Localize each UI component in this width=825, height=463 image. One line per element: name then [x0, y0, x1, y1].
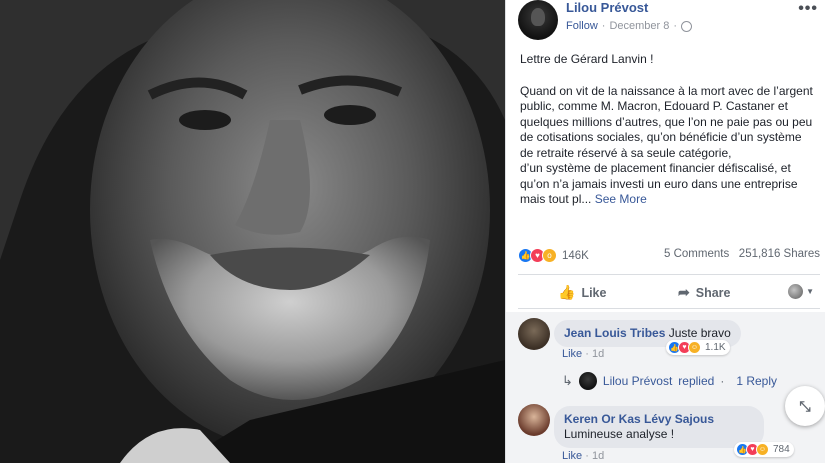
follow-link[interactable]: Follow	[566, 20, 598, 32]
share-button[interactable]: ➦ Share	[678, 284, 730, 301]
commenter-avatar[interactable]	[518, 318, 550, 350]
post-paragraph: Quand on vit de la naissance à la mort a…	[520, 84, 818, 208]
post-paragraph-text: Quand on vit de la naissance à la mort a…	[520, 83, 813, 207]
see-more-link[interactable]: See More	[595, 192, 647, 206]
reply-author: Lilou Prévost	[602, 374, 673, 388]
comment-actions: Like · 1d	[562, 450, 604, 462]
comment-reactions[interactable]: 👍 ♥ ☺ 1.1K	[666, 340, 730, 355]
wow-reaction-icon: o	[542, 248, 557, 263]
post-actions: 👍 Like ➦ Share ▼	[518, 278, 820, 306]
commenter-avatar[interactable]	[518, 404, 550, 436]
commenter-name[interactable]: Jean Louis Tribes	[564, 326, 665, 340]
ellipsis-icon[interactable]: •••	[798, 0, 818, 18]
portrait-image	[0, 0, 505, 463]
reaction-summary[interactable]: 👍 ♥ o 146K	[518, 248, 589, 263]
comment-like-link[interactable]: Like	[562, 450, 582, 462]
globe-icon	[681, 20, 693, 32]
shares-count[interactable]: 251,816 Shares	[739, 248, 820, 260]
meta-separator-2: ·	[673, 20, 678, 32]
reply-count: 1 Reply	[736, 374, 777, 388]
comment-like-link[interactable]: Like	[562, 348, 582, 360]
comment-time[interactable]: 1d	[592, 450, 604, 462]
post-panel: Lilou Prévost Follow · December 8 · ••• …	[505, 0, 825, 463]
divider	[518, 308, 820, 309]
commenter-name[interactable]: Keren Or Kas Lévy Sajous	[564, 412, 714, 426]
comment-bubble: Keren Or Kas Lévy Sajous Lumineuse analy…	[554, 406, 764, 448]
comments-count[interactable]: 5 Comments	[664, 248, 729, 260]
comments-section: Jean Louis Tribes Juste bravo 👍 ♥ ☺ 1.1K…	[506, 312, 825, 463]
share-arrow-icon: ➦	[678, 284, 690, 300]
reply-dot: ·	[720, 374, 725, 388]
divider	[518, 274, 820, 275]
like-button[interactable]: 👍 Like	[558, 284, 606, 301]
author-name[interactable]: Lilou Prévost	[566, 0, 648, 15]
audience-selector[interactable]: ▼	[788, 284, 814, 299]
post-header: Lilou Prévost Follow · December 8 · •••	[518, 0, 818, 40]
post-photo[interactable]	[0, 0, 505, 463]
comment-dot: ·	[585, 348, 589, 360]
meta-separator: ·	[601, 20, 606, 32]
reaction-count: 146K	[562, 249, 589, 262]
chevron-down-icon: ▼	[806, 287, 814, 296]
post-paragraph: Lettre de Gérard Lanvin !	[520, 52, 654, 66]
comment-reaction-count: 1.1K	[705, 342, 726, 353]
thumbs-up-icon: 👍	[558, 284, 576, 300]
comment-reactions[interactable]: 👍 ♥ ☺ 784	[734, 442, 794, 457]
author-avatar[interactable]	[518, 0, 558, 40]
share-label: Share	[695, 285, 731, 300]
comment-reaction-count: 784	[773, 444, 790, 455]
comment-text: Lumineuse analyse !	[564, 427, 675, 441]
reply-summary[interactable]: ↳ Lilou Prévost replied · 1 Reply	[562, 372, 777, 390]
like-label: Like	[581, 285, 607, 300]
comment-time[interactable]: 1d	[592, 348, 604, 360]
post-meta: Follow · December 8 ·	[566, 20, 693, 32]
reply-replied-text: replied	[678, 374, 715, 388]
comment-dot: ·	[585, 450, 589, 462]
haha-reaction-icon: ☺	[756, 443, 769, 456]
post-stats: 👍 ♥ o 146K 5 Comments 251,816 Shares	[518, 248, 820, 268]
comment-text: Juste bravo	[668, 326, 731, 340]
collapse-fullscreen-icon[interactable]: ⤡	[785, 386, 825, 426]
reply-avatar	[578, 372, 597, 390]
comment-actions: Like · 1d	[562, 348, 604, 360]
avatar-icon	[788, 284, 804, 299]
post-text: Lettre de Gérard Lanvin ! Quand on vit d…	[520, 52, 818, 224]
comments-shares: 5 Comments 251,816 Shares	[664, 248, 820, 260]
reply-arrow-icon: ↳	[562, 373, 573, 388]
post-date[interactable]: December 8	[609, 20, 669, 32]
haha-reaction-icon: ☺	[688, 341, 701, 354]
